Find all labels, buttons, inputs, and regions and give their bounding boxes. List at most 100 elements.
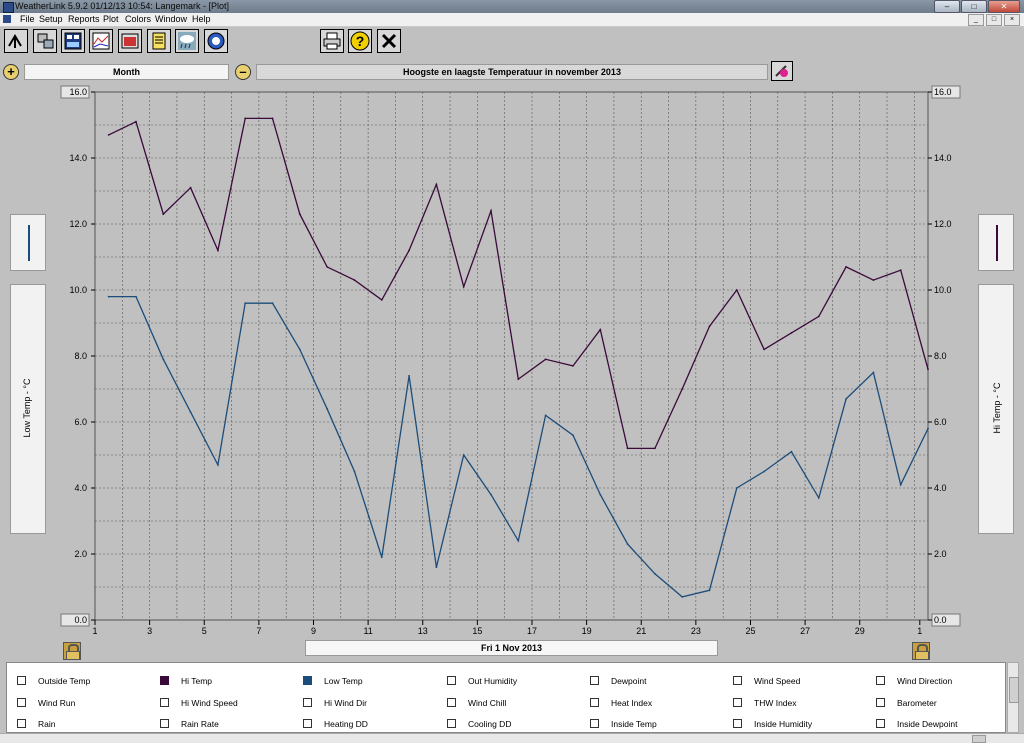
close-window-button[interactable]: ✕ (988, 0, 1020, 13)
legend-checkbox[interactable] (733, 719, 742, 728)
low-temp-point (708, 589, 711, 592)
low-temp-point (927, 427, 929, 430)
right-lock-icon[interactable] (912, 642, 930, 660)
menu-colors[interactable]: Colors (125, 13, 151, 26)
low-temp-point (626, 543, 629, 545)
menu-plot[interactable]: Plot (103, 13, 119, 26)
legend-checkbox[interactable] (303, 676, 312, 685)
legend-label: Heat Index (611, 698, 653, 708)
hi-temp-point (380, 299, 383, 301)
legend-label: Hi Temp (181, 676, 213, 686)
legend-checkbox[interactable] (876, 698, 885, 707)
legend-label: Low Temp (324, 676, 363, 686)
y-tick-label-left: 12.0 (69, 219, 87, 229)
legend-checkbox[interactable] (303, 698, 312, 707)
legend-checkbox[interactable] (160, 698, 169, 707)
temperature-chart[interactable]: 1 3 5 7 9 11 13 15 17 19 21 23 25 27 29 116.0 16.014.0 14… (0, 84, 1024, 640)
legend-label: Inside Temp (611, 719, 657, 729)
hi-temp-point (462, 285, 465, 288)
menu-window[interactable]: Window (155, 13, 187, 26)
low-temp-point (681, 596, 684, 598)
low-temp-point (735, 487, 738, 489)
legend-checkbox[interactable] (303, 719, 312, 728)
legend-label: Inside Humidity (754, 719, 813, 729)
legend-checkbox[interactable] (17, 719, 26, 728)
notes-icon[interactable] (147, 29, 171, 53)
legend-checkbox[interactable] (447, 719, 456, 728)
x-tick-label: 1 (92, 626, 97, 636)
mdi-restore-button[interactable]: □ (986, 14, 1002, 26)
legend-label: Wind Direction (897, 676, 953, 686)
legend-checkbox[interactable] (17, 698, 26, 707)
document-icon[interactable] (3, 15, 11, 23)
legend-scroll-thumb[interactable] (1009, 677, 1019, 703)
legend-checkbox[interactable] (590, 676, 599, 685)
low-temp-point (817, 497, 820, 499)
zoom-in-icon[interactable]: + (3, 64, 19, 80)
noaa-icon[interactable] (204, 29, 228, 53)
legend-checkbox[interactable] (17, 676, 26, 685)
legend-checkbox[interactable] (733, 698, 742, 707)
low-temp-point (217, 464, 219, 466)
hi-temp-point (572, 365, 574, 367)
date-field[interactable]: Fri 1 Nov 2013 (305, 640, 718, 656)
x-tick-label: 5 (202, 626, 207, 636)
x-tick-label: 9 (311, 626, 316, 636)
legend-scrollbar[interactable] (1007, 662, 1019, 733)
legend-label: Out Humidity (468, 676, 518, 686)
hi-temp-point (681, 388, 684, 390)
x-tick-label: 13 (418, 626, 428, 636)
x-tick-label: 19 (582, 626, 592, 636)
mdi-close-button[interactable]: × (1004, 14, 1020, 26)
zoom-out-icon[interactable]: – (235, 64, 251, 80)
low-temp-point (872, 371, 875, 374)
x-tick-label: 3 (147, 626, 152, 636)
y-tick-label-right: 6.0 (934, 417, 947, 427)
legend-checkbox[interactable] (160, 719, 169, 728)
menu-file[interactable]: File (20, 13, 35, 26)
left-lock-icon[interactable] (63, 642, 81, 660)
legend-checkbox[interactable] (590, 698, 599, 707)
menu-reports[interactable]: Reports (68, 13, 100, 26)
low-temp-point (189, 411, 192, 413)
low-temp-point (162, 358, 165, 361)
strip-charts-icon[interactable] (89, 29, 113, 53)
low-temp-point (790, 450, 793, 453)
low-temp-point (845, 398, 847, 400)
browse-icon[interactable] (118, 29, 142, 53)
legend-checkbox[interactable] (590, 719, 599, 728)
download-icon[interactable] (33, 29, 57, 53)
color-palette-icon[interactable] (771, 61, 793, 81)
bulletin-icon[interactable] (61, 29, 85, 53)
series-legend: Outside Temp Wind Run Rain Hi Temp Hi Wind S… (6, 662, 1006, 733)
legend-checkbox[interactable] (160, 676, 169, 685)
print-icon[interactable] (320, 29, 344, 53)
x-tick-label: 21 (636, 626, 646, 636)
maximize-button[interactable]: □ (961, 0, 987, 13)
minimize-button[interactable]: – (934, 0, 960, 13)
hi-temp-point (408, 249, 410, 252)
hi-temp-point (353, 279, 356, 281)
legend-label: Hi Wind Speed (181, 698, 238, 708)
close-icon[interactable] (377, 29, 401, 53)
y-tick-label-left: 8.0 (74, 351, 87, 361)
legend-checkbox[interactable] (876, 719, 885, 728)
hi-temp-point (271, 117, 274, 120)
hi-temp-point (708, 325, 711, 328)
station-select-icon[interactable] (4, 29, 28, 53)
legend-checkbox[interactable] (733, 676, 742, 685)
hi-temp-point (298, 213, 301, 216)
legend-checkbox[interactable] (876, 676, 885, 685)
legend-checkbox[interactable] (447, 698, 456, 707)
hi-temp-point (735, 289, 738, 291)
menu-help[interactable]: Help (192, 13, 211, 26)
legend-label: THW Index (754, 698, 797, 708)
help-icon[interactable]: ? (348, 29, 372, 53)
legend-checkbox[interactable] (447, 676, 456, 685)
mdi-minimize-button[interactable]: _ (968, 14, 984, 26)
y-tick-label-right: 16.0 (934, 87, 952, 97)
menu-setup[interactable]: Setup (39, 13, 63, 26)
legend-label: Wind Speed (754, 676, 801, 686)
weather-icon[interactable] (175, 29, 199, 53)
period-field[interactable]: Month (24, 64, 229, 80)
